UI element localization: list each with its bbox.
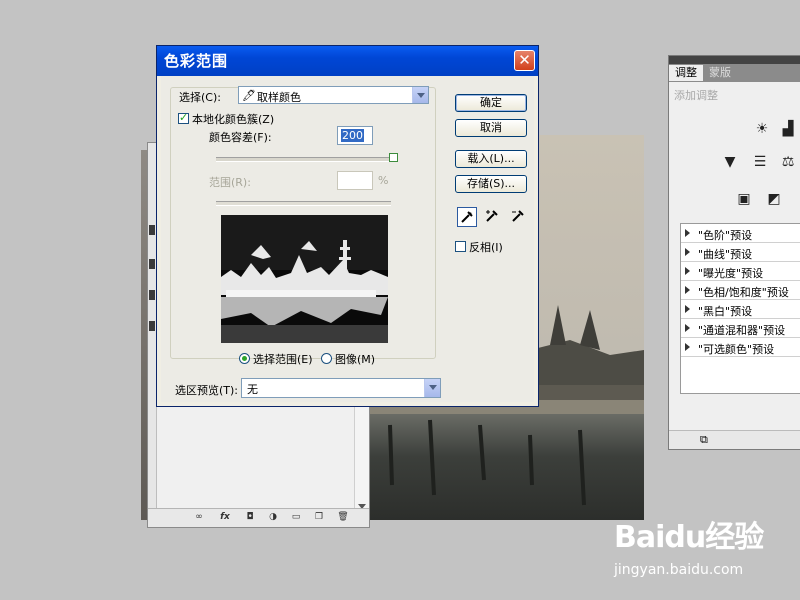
list-item[interactable]: "通道混和器"预设 [681,319,800,338]
adjustments-footer: ⧉ [669,430,800,449]
adjustments-hint: 添加调整 [674,89,718,102]
list-item[interactable]: "色阶"预设 [681,224,800,243]
expand-icon [685,267,690,275]
range-unit: % [378,174,389,187]
preset-label: "通道混和器"预设 [698,324,786,337]
radio-image[interactable] [321,353,332,364]
layers-footer: ∞ fx ◘ ◑ ▭ ❐ 🗑 [148,508,369,527]
preset-label: "色相/饱和度"预设 [698,286,789,299]
color-range-dialog: 色彩范围 ✕ 选择(C): 🖊 取样颜色 本地化颜色簇(Z) 颜色容差(F): … [156,45,539,407]
hue-saturation-icon[interactable]: ☰ [751,153,769,171]
eyedropper-icon[interactable] [457,207,477,227]
fx-icon[interactable]: fx [218,512,232,523]
new-layer-icon[interactable]: ❐ [312,512,326,523]
folder-icon[interactable]: ▭ [289,512,303,523]
tolerance-input[interactable]: 200 [337,126,373,145]
layer-marker [149,321,155,331]
radio-image-label: 图像(M) [335,353,376,366]
load-button[interactable]: 载入(L)... [455,150,527,168]
layer-marker [149,225,155,235]
list-item[interactable]: "色相/饱和度"预设 [681,281,800,300]
expand-icon [685,324,690,332]
tolerance-value: 200 [341,129,364,142]
chevron-down-icon[interactable] [424,379,440,397]
cancel-button[interactable]: 取消 [455,119,527,137]
list-item[interactable]: "曲线"预设 [681,243,800,262]
layer-marker [149,259,155,269]
brightness-icon[interactable]: ☀ [753,120,771,138]
range-input[interactable] [337,171,373,190]
localized-label: 本地化颜色簇(Z) [192,113,275,126]
tolerance-label: 颜色容差(F): [209,131,272,144]
channel-mixer-icon[interactable]: ▣ [735,190,753,208]
preset-label: "曝光度"预设 [698,267,764,280]
list-item[interactable]: "可选颜色"预设 [681,338,800,357]
selection-preview-dropdown[interactable]: 无 [241,378,441,398]
dialog-titlebar[interactable]: 色彩范围 ✕ [157,46,538,76]
select-label: 选择(C): [179,91,221,104]
invert-label: 反相(I) [469,241,503,254]
range-label: 范围(R): [209,176,251,189]
ok-button[interactable]: 确定 [455,94,527,112]
vibrance-icon[interactable]: ▼ [721,153,739,171]
preset-label: "黑白"预设 [698,305,753,318]
radio-selection[interactable] [239,353,250,364]
tab-adjustments[interactable]: 调整 [669,65,703,81]
eyedropper-minus-icon[interactable] [509,207,529,227]
preset-label: "可选颜色"预设 [698,343,775,356]
eyedropper-plus-icon[interactable] [483,207,503,227]
baidu-watermark: Baidu经验 jingyan.baidu.com [614,512,794,584]
selection-preview-label: 选区预览(T): [175,384,239,397]
chevron-down-icon[interactable] [412,87,428,103]
tab-masks[interactable]: 蒙版 [703,65,737,81]
gradient-map-icon[interactable]: ◩ [765,190,783,208]
preset-label: "色阶"预设 [698,229,753,242]
panel-tabs: 调整 蒙版 [669,64,800,82]
clip-to-layer-icon[interactable]: ⧉ [700,433,708,447]
dialog-body: 选择(C): 🖊 取样颜色 本地化颜色簇(Z) 颜色容差(F): 200 范围(… [161,76,534,402]
watermark-url: jingyan.baidu.com [614,562,744,578]
tolerance-slider-thumb[interactable] [389,153,398,162]
mask-icon[interactable]: ◘ [243,512,257,523]
expand-icon [685,305,690,313]
close-icon[interactable]: ✕ [514,50,535,71]
expand-icon [685,248,690,256]
range-slider-track[interactable] [216,201,391,206]
expand-icon [685,229,690,237]
adjustments-panel: 调整 蒙版 添加调整 ☀ ▟ ▼ ☰ ⚖ ▣ ◩ "色阶"预设 "曲线"预设 "… [668,55,800,450]
selection-preview-value: 无 [247,383,258,396]
expand-icon [685,343,690,351]
trash-icon[interactable]: 🗑 [336,512,350,523]
localized-checkbox[interactable] [178,111,189,124]
tolerance-slider-track[interactable] [216,157,398,162]
levels-icon[interactable]: ▟ [779,120,797,138]
eyedropper-icon: 🖊 [242,89,256,102]
link-icon[interactable]: ∞ [192,512,206,523]
panel-topbar [669,56,800,64]
radio-selection-label: 选择范围(E) [253,353,313,366]
select-dropdown[interactable]: 🖊 取样颜色 [238,86,429,104]
list-item[interactable]: "黑白"预设 [681,300,800,319]
select-value: 取样颜色 [257,91,301,104]
save-button[interactable]: 存储(S)... [455,175,527,193]
preset-list: "色阶"预设 "曲线"预设 "曝光度"预设 "色相/饱和度"预设 "黑白"预设 … [680,223,800,394]
adjustment-layer-icon[interactable]: ◑ [266,512,280,523]
color-balance-icon[interactable]: ⚖ [779,153,797,171]
invert-checkbox[interactable] [455,241,466,252]
selection-preview-image [221,215,388,343]
layer-marker [149,290,155,300]
list-item[interactable]: "曝光度"预设 [681,262,800,281]
preset-label: "曲线"预设 [698,248,753,261]
expand-icon [685,286,690,294]
watermark-brand: Baidu经验 [614,520,764,555]
dialog-title: 色彩范围 [164,52,229,70]
